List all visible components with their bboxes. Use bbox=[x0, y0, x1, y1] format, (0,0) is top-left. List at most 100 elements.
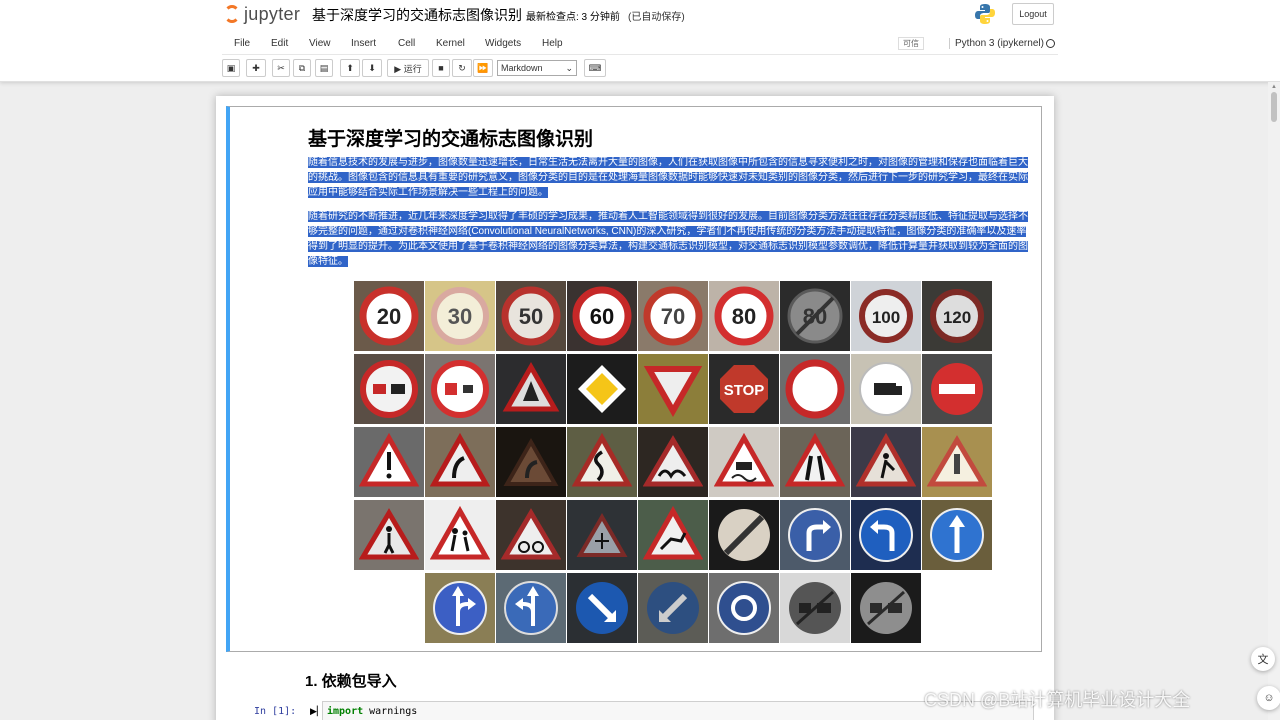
cell-type-value: Markdown bbox=[501, 63, 543, 73]
speed-limit-sign-icon: 20 bbox=[359, 286, 419, 346]
sign-tile: 30 bbox=[425, 281, 495, 351]
notebook-name[interactable]: 基于深度学习的交通标志图像识别 bbox=[312, 5, 522, 25]
sign-tile bbox=[496, 573, 566, 643]
menubar: File Edit View Insert Cell Kernel Widget… bbox=[222, 33, 1058, 55]
turn-right-ahead-sign-icon bbox=[788, 508, 842, 562]
markdown-cell-selected[interactable]: 基于深度学习的交通标志图像识别 随着信息技术的发展与进步，图像数量迅速增长，日常… bbox=[226, 106, 1042, 652]
go-straight-or-left-sign-icon bbox=[504, 581, 558, 635]
slippery-road-sign-icon bbox=[714, 432, 774, 487]
restart-icon: ↻ bbox=[458, 62, 466, 73]
end-of-restrictions-sign-icon bbox=[718, 509, 770, 561]
arrow-down-icon: ⬇ bbox=[368, 62, 376, 73]
direction-sign-row bbox=[354, 573, 990, 643]
cell-heading: 基于深度学习的交通标志图像识别 bbox=[308, 129, 594, 150]
menu-kernel[interactable]: Kernel bbox=[436, 38, 465, 49]
end-speed-limit-sign-icon: 80 bbox=[787, 288, 843, 344]
copy-icon: ⧉ bbox=[298, 62, 306, 73]
menu-file[interactable]: File bbox=[234, 38, 250, 49]
scroll-up-icon[interactable]: ▲ bbox=[1271, 84, 1277, 90]
assistant-button[interactable]: ☺ bbox=[1257, 686, 1280, 710]
end-no-passing-sign-icon bbox=[789, 582, 841, 634]
paragraph-1-text: 随着信息技术的发展与进步，图像数量迅速增长，日常生活无法离开大量的图像，人们在获… bbox=[308, 157, 1028, 198]
no-vehicles-sign-icon bbox=[785, 359, 845, 419]
trusted-badge[interactable]: 可信 bbox=[898, 37, 924, 50]
speed-limit-sign-icon: 80 bbox=[714, 286, 774, 346]
plus-icon: ✚ bbox=[252, 62, 260, 73]
scrollbar-thumb[interactable] bbox=[1271, 92, 1277, 122]
sign-tile bbox=[425, 354, 495, 424]
menu-edit[interactable]: Edit bbox=[271, 38, 288, 49]
translate-icon: 文 bbox=[1257, 654, 1269, 666]
sign-tile bbox=[709, 573, 779, 643]
sign-tile bbox=[851, 354, 921, 424]
no-trucks-sign-icon bbox=[859, 362, 913, 416]
code-line: import warnings bbox=[327, 706, 417, 717]
sign-tile bbox=[425, 500, 495, 570]
sign-tile bbox=[709, 427, 779, 497]
translate-button[interactable]: 文 bbox=[1251, 647, 1275, 671]
code-text: warnings bbox=[363, 706, 418, 717]
cell-type-select[interactable]: Markdown ⌄ bbox=[497, 60, 577, 76]
restart-run-all-button[interactable]: ⏩ bbox=[473, 59, 493, 77]
sign-tile bbox=[851, 500, 921, 570]
keep-left-sign-icon bbox=[647, 582, 699, 634]
move-up-button[interactable]: ⬆ bbox=[340, 59, 360, 77]
insert-cell-button[interactable]: ✚ bbox=[246, 59, 266, 77]
speed-limit-row: 20 30 50 60 70 80 80 100 120 bbox=[354, 281, 992, 351]
interrupt-button[interactable]: ■ bbox=[432, 59, 450, 77]
no-entry-sign-icon bbox=[931, 363, 983, 415]
sign-tile bbox=[638, 427, 708, 497]
sign-tile bbox=[922, 354, 992, 424]
prohibition-sign-row: STOP bbox=[354, 354, 992, 424]
menu-insert[interactable]: Insert bbox=[351, 38, 376, 49]
notebook-container: 基于深度学习的交通标志图像识别 随着信息技术的发展与进步，图像数量迅速增长，日常… bbox=[216, 96, 1054, 720]
command-palette-button[interactable]: ⌨ bbox=[584, 59, 606, 77]
speed-value: 80 bbox=[732, 304, 756, 329]
intro-paragraph-1: 随着信息技术的发展与进步，图像数量迅速增长，日常生活无法离开大量的图像，人们在获… bbox=[308, 155, 1030, 200]
sign-tile bbox=[354, 427, 424, 497]
menu-cell[interactable]: Cell bbox=[398, 38, 415, 49]
logout-button[interactable]: Logout bbox=[1012, 3, 1054, 25]
no-overtaking-trucks-sign-icon bbox=[360, 360, 418, 418]
paragraph-2-text: 随着研究的不断推进，近几年来深度学习取得了丰硕的学习成果，推动着人工智能领域得到… bbox=[308, 211, 1028, 267]
move-down-button[interactable]: ⬇ bbox=[362, 59, 382, 77]
traffic-signals-sign-icon bbox=[927, 435, 987, 487]
stop-sign-icon: STOP bbox=[720, 365, 768, 413]
run-button[interactable]: ▶ 运行 bbox=[387, 59, 429, 77]
traffic-sign-image-grid: 20 30 50 60 70 80 80 100 120 STOP bbox=[354, 281, 992, 643]
ahead-only-sign-icon bbox=[930, 508, 984, 562]
curve-warning-sign-icon bbox=[430, 432, 490, 487]
general-caution-sign-icon bbox=[359, 432, 419, 487]
bumpy-road-sign-icon bbox=[643, 435, 703, 487]
save-button[interactable]: ▣ bbox=[222, 59, 240, 77]
arrow-up-icon: ⬆ bbox=[346, 62, 354, 73]
keyboard-icon: ⌨ bbox=[588, 62, 602, 73]
notebook-header: jupyter 基于深度学习的交通标志图像识别 最新检查点: 3 分钟前 (已自… bbox=[0, 0, 1280, 82]
restart-button[interactable]: ↻ bbox=[452, 59, 472, 77]
jupyter-logo[interactable]: jupyter bbox=[224, 3, 300, 25]
menu-widgets[interactable]: Widgets bbox=[485, 38, 521, 49]
menu-help[interactable]: Help bbox=[542, 38, 563, 49]
sign-tile bbox=[922, 427, 992, 497]
checkpoint-status: 最新检查点: 3 分钟前 bbox=[526, 12, 620, 23]
intro-paragraph-2: 随着研究的不断推进，近几年来深度学习取得了丰硕的学习成果，推动着人工智能领域得到… bbox=[308, 209, 1030, 269]
svg-text:STOP: STOP bbox=[724, 382, 765, 399]
end-no-passing-trucks-sign-icon bbox=[860, 582, 912, 634]
curve-right-sign-icon bbox=[503, 437, 559, 486]
sign-tile bbox=[567, 573, 637, 643]
roundabout-mandatory-sign-icon bbox=[717, 581, 771, 635]
wild-animals-sign-icon bbox=[643, 505, 703, 560]
scissors-icon: ✂ bbox=[277, 62, 285, 73]
paste-button[interactable]: ▤ bbox=[315, 59, 333, 77]
sign-tile bbox=[496, 354, 566, 424]
sign-tile bbox=[496, 427, 566, 497]
cut-button[interactable]: ✂ bbox=[272, 59, 290, 77]
children-crossing-sign-icon bbox=[430, 505, 490, 560]
priority-road-sign-icon bbox=[578, 365, 626, 413]
page-scrollbar[interactable]: ▲ bbox=[1268, 82, 1280, 720]
junction-sign-icon bbox=[502, 361, 560, 412]
menu-view[interactable]: View bbox=[309, 38, 331, 49]
sign-tile bbox=[496, 500, 566, 570]
copy-button[interactable]: ⧉ bbox=[293, 59, 311, 77]
sign-tile bbox=[780, 354, 850, 424]
